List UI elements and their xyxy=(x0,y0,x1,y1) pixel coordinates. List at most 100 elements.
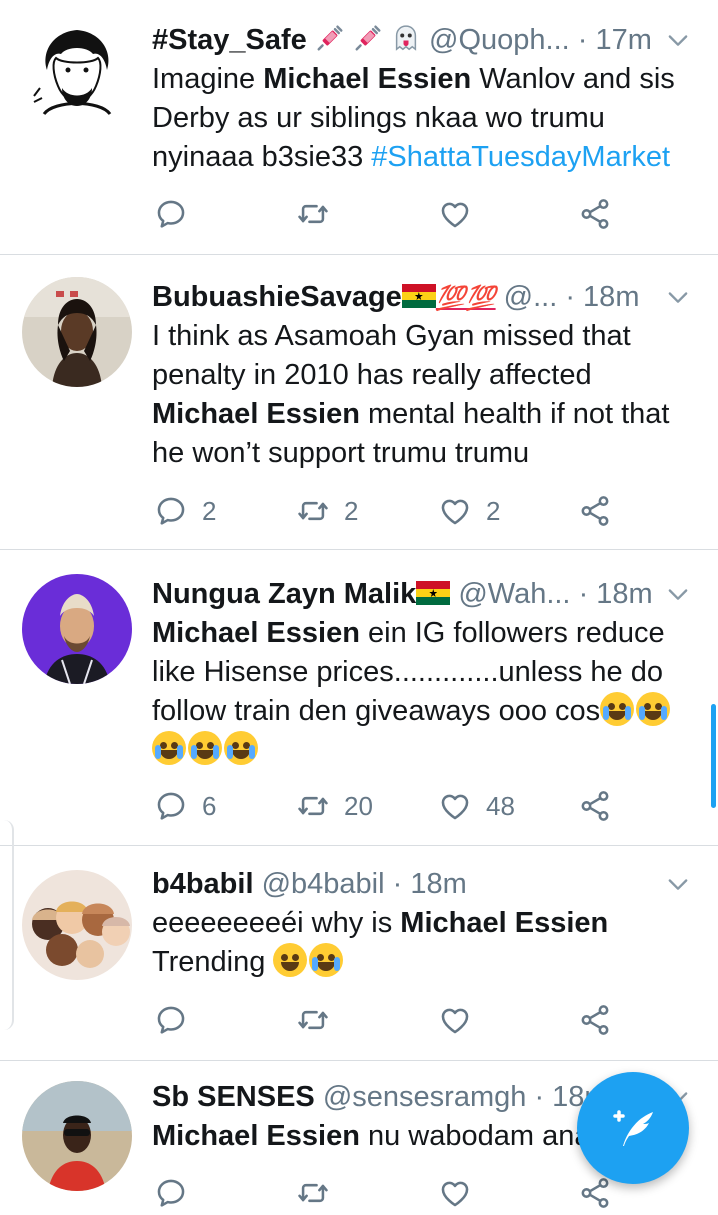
like-button[interactable]: 48 xyxy=(438,786,515,826)
retweet-icon xyxy=(296,197,330,231)
tweet-time: · 17m xyxy=(577,24,652,56)
heart-icon xyxy=(438,789,472,823)
like-button[interactable] xyxy=(438,1173,472,1213)
tweet-header: b4babil @b4babil · 18m xyxy=(152,864,658,904)
rofl-face-icon xyxy=(309,943,344,977)
user-handle[interactable]: @sensesramgh xyxy=(323,1081,527,1113)
tweet-text: Imagine Michael Essien Wanlov and sis De… xyxy=(152,63,675,173)
chevron-down-icon[interactable] xyxy=(664,283,692,311)
display-name[interactable]: Nungua Zayn Malik xyxy=(152,578,416,610)
compose-tweet-icon xyxy=(613,1110,653,1146)
user-handle[interactable]: @b4babil xyxy=(262,868,385,900)
compose-tweet-button[interactable] xyxy=(577,1072,689,1184)
syringe-icon xyxy=(353,23,383,53)
highlighted-keyword: Michael Essien xyxy=(152,1120,360,1152)
avatar[interactable] xyxy=(22,870,132,980)
reply-count: 2 xyxy=(202,495,217,526)
chevron-down-icon[interactable] xyxy=(664,870,692,898)
tweet-actions xyxy=(152,1000,632,1040)
tweet-time: · 18m xyxy=(392,868,467,900)
like-button[interactable] xyxy=(438,1000,472,1040)
zany-face-icon xyxy=(273,943,308,977)
share-icon xyxy=(578,1003,612,1037)
tweet-text: I think as Asamoah Gyan missed that pena… xyxy=(152,320,670,469)
joy-face-icon xyxy=(224,731,258,765)
tweet-actions xyxy=(152,1173,632,1213)
heart-icon xyxy=(438,197,472,231)
retweet-button[interactable]: 20 xyxy=(296,786,373,826)
retweet-button[interactable] xyxy=(296,194,330,234)
share-icon xyxy=(578,789,612,823)
avatar[interactable] xyxy=(22,277,132,387)
share-icon xyxy=(578,197,612,231)
avatar[interactable] xyxy=(22,18,132,128)
retweet-button[interactable]: 2 xyxy=(296,491,358,531)
chevron-down-icon[interactable] xyxy=(664,26,692,54)
reply-button[interactable] xyxy=(154,1000,188,1040)
joy-face-icon xyxy=(152,731,186,765)
share-button[interactable] xyxy=(578,786,612,826)
share-button[interactable] xyxy=(578,1173,612,1213)
reply-icon xyxy=(154,494,188,528)
tweet-actions: 2 2 2 xyxy=(152,491,632,531)
tweet-actions: 6 20 48 xyxy=(152,786,632,826)
tweet-text: eeeeeeeeéi why is Michael Essien Trendin… xyxy=(152,907,609,978)
retweet-icon xyxy=(296,1176,330,1210)
display-name[interactable]: #Stay_Safe xyxy=(152,24,307,56)
reply-icon xyxy=(154,789,188,823)
retweet-count: 2 xyxy=(344,495,359,526)
reply-button[interactable] xyxy=(154,1173,188,1213)
side-drawer-edge[interactable] xyxy=(0,820,14,1030)
reply-button[interactable]: 6 xyxy=(154,786,216,826)
tweet-time: · 18m xyxy=(565,281,640,313)
display-name[interactable]: b4babil xyxy=(152,868,254,900)
hundred-points-icon: 💯💯 xyxy=(435,285,496,312)
retweet-button[interactable] xyxy=(296,1000,330,1040)
loudly-crying-face-icon xyxy=(636,692,671,726)
retweet-icon xyxy=(296,789,330,823)
share-icon xyxy=(578,1176,612,1210)
chevron-down-icon[interactable] xyxy=(664,580,692,608)
scrollbar-thumb[interactable] xyxy=(711,704,716,808)
tweet-header: BubuashieSavage 💯💯 @... · 18m xyxy=(152,277,658,317)
tweet-time: · 18m xyxy=(578,578,653,610)
highlighted-keyword: Michael Essien xyxy=(152,617,360,649)
avatar[interactable] xyxy=(22,574,132,684)
ghana-flag-icon xyxy=(401,284,436,308)
syringe-icon xyxy=(315,23,345,53)
tweet-header: Nungua Zayn Malik @Wah... · 18m xyxy=(152,574,658,614)
hashtag-link[interactable]: #ShattaTuesdayMarket xyxy=(371,141,670,173)
ghost-icon xyxy=(391,23,421,53)
user-handle[interactable]: @Wah... xyxy=(458,578,570,610)
tweet-3[interactable]: Nungua Zayn Malik @Wah... · 18m Michael … xyxy=(0,550,718,845)
share-button[interactable] xyxy=(578,491,612,531)
display-name[interactable]: Sb SENSES xyxy=(152,1081,315,1113)
reply-icon xyxy=(154,1003,188,1037)
highlighted-keyword: Michael Essien xyxy=(400,907,609,939)
ghana-flag-icon xyxy=(416,581,451,605)
tweet-4[interactable]: b4babil @b4babil · 18m eeeeeeeeéi why is… xyxy=(0,846,718,1060)
like-button[interactable] xyxy=(438,194,472,234)
share-button[interactable] xyxy=(578,1000,612,1040)
retweet-icon xyxy=(296,494,330,528)
like-button[interactable]: 2 xyxy=(438,491,500,531)
display-name[interactable]: BubuashieSavage xyxy=(152,281,402,313)
tweet-2[interactable]: BubuashieSavage 💯💯 @... · 18m I think as … xyxy=(0,255,718,549)
tweet-header: #Stay_Safe @Quoph... · 17m xyxy=(152,20,658,60)
retweet-count: 20 xyxy=(344,790,373,821)
heart-icon xyxy=(438,1176,472,1210)
reply-icon xyxy=(154,1176,188,1210)
reply-button[interactable] xyxy=(154,194,188,234)
reply-count: 6 xyxy=(202,790,217,821)
share-icon xyxy=(578,494,612,528)
tweet-1[interactable]: #Stay_Safe @Quoph... · 17m Imagine Micha… xyxy=(0,0,718,254)
user-handle[interactable]: @... xyxy=(504,281,558,313)
share-button[interactable] xyxy=(578,194,612,234)
retweet-button[interactable] xyxy=(296,1173,330,1213)
heart-icon xyxy=(438,1003,472,1037)
loudly-crying-face-icon xyxy=(600,692,635,726)
tweet-actions xyxy=(152,194,632,234)
avatar[interactable] xyxy=(22,1081,132,1191)
user-handle[interactable]: @Quoph... xyxy=(429,24,570,56)
reply-button[interactable]: 2 xyxy=(154,491,216,531)
